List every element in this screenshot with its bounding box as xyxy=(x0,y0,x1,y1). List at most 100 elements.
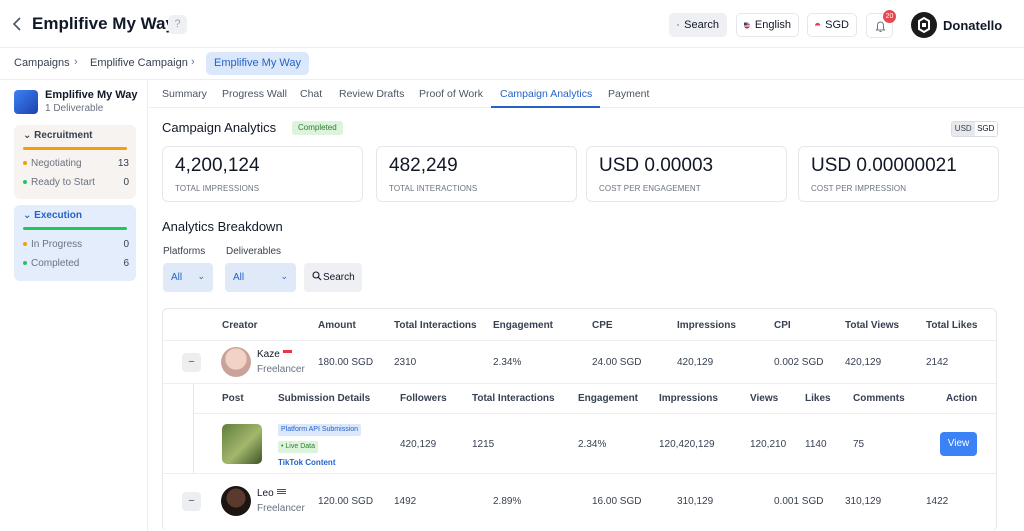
sidebar-item-label: In Progress xyxy=(31,239,83,250)
cell-cpe: 16.00 SGD xyxy=(592,496,642,507)
currency-label: SGD xyxy=(825,19,849,31)
chevron-down-icon: ⌄ xyxy=(280,271,288,281)
creator-name[interactable]: Leo xyxy=(257,488,286,499)
tab-chat[interactable]: Chat xyxy=(300,88,322,100)
collapse-row-button[interactable]: − xyxy=(182,492,201,511)
stat-value: 4,200,124 xyxy=(175,155,260,176)
platforms-select[interactable]: All ⌄ xyxy=(163,263,213,292)
tab-progress-wall[interactable]: Progress Wall xyxy=(222,88,287,100)
recruitment-title: Recruitment xyxy=(34,130,93,141)
stat-label: COST PER IMPRESSION xyxy=(811,184,907,193)
execution-header[interactable]: ⌄ Execution xyxy=(14,205,136,226)
sub-header-likes: Likes xyxy=(805,393,831,404)
tiktok-content-link[interactable]: TikTok Content xyxy=(278,458,335,467)
column-header-total-likes: Total Likes xyxy=(926,320,978,331)
cell-engagement: 2.34% xyxy=(493,357,522,368)
sg-flag-icon xyxy=(815,22,821,28)
column-header-engagement: Engagement xyxy=(493,320,554,331)
currency-toggle-sgd[interactable]: SGD xyxy=(974,122,997,136)
recruitment-group: ⌄ Recruitment Negotiating 13 Ready to St… xyxy=(14,125,136,199)
cell-cpi: 0.001 SGD xyxy=(774,496,824,507)
column-header-amount: Amount xyxy=(318,320,356,331)
deliverables-select[interactable]: All ⌄ xyxy=(225,263,296,292)
creator-name[interactable]: Kaze xyxy=(257,349,292,360)
cell-sub-comments: 75 xyxy=(853,439,865,450)
cell-cpi: 0.002 SGD xyxy=(774,357,824,368)
status-dot xyxy=(23,180,27,185)
cell-amount: 120.00 SGD xyxy=(318,496,374,507)
sidebar-campaign-name[interactable]: Emplifive My Way xyxy=(45,89,138,101)
question-icon[interactable]: ? xyxy=(168,15,187,34)
analytics-table: Creator Amount Total Interactions Engage… xyxy=(162,308,997,531)
notification-count-badge: 20 xyxy=(883,10,896,23)
tab-summary[interactable]: Summary xyxy=(162,88,207,100)
sidebar-item-label: Negotiating xyxy=(31,158,82,169)
language-selector[interactable]: English xyxy=(736,13,799,37)
tab-payment[interactable]: Payment xyxy=(608,88,649,100)
divider xyxy=(194,413,996,414)
sg-flag-icon xyxy=(282,350,292,356)
deliverables-select-value: All xyxy=(233,272,245,283)
sidebar-item-count: 0 xyxy=(123,177,129,188)
breadcrumb-current[interactable]: Emplifive My Way xyxy=(206,52,309,75)
recruitment-header[interactable]: ⌄ Recruitment xyxy=(14,125,136,146)
breadcrumb-emplifive-campaign[interactable]: Emplifive Campaign xyxy=(90,57,188,69)
currency-selector[interactable]: SGD xyxy=(807,13,857,37)
status-dot xyxy=(23,161,27,166)
chevron-down-icon: ⌄ xyxy=(197,271,205,281)
status-badge: Completed xyxy=(292,121,343,135)
tab-review-drafts[interactable]: Review Drafts xyxy=(339,88,404,100)
sidebar-item-count: 13 xyxy=(117,158,129,169)
sidebar-item-label: Completed xyxy=(31,258,80,269)
sidebar: Emplifive My Way 1 Deliverable ⌄ Recruit… xyxy=(0,80,148,531)
cell-views: 420,129 xyxy=(845,357,882,368)
back-arrow-icon[interactable] xyxy=(12,16,24,32)
execution-title: Execution xyxy=(34,210,82,221)
chevron-right-icon: › xyxy=(74,56,78,68)
stat-card-interactions: 482,249 TOTAL INTERACTIONS xyxy=(376,146,577,202)
view-button[interactable]: View xyxy=(940,432,977,456)
sidebar-item-negotiating[interactable]: Negotiating 13 xyxy=(23,158,129,169)
stat-label: TOTAL IMPRESSIONS xyxy=(175,184,260,193)
sub-header-total-interactions: Total Interactions xyxy=(472,393,555,404)
column-header-total-interactions: Total Interactions xyxy=(394,320,477,331)
sub-header-impressions: Impressions xyxy=(659,393,718,404)
currency-toggle[interactable]: USD SGD xyxy=(951,121,998,137)
active-tab-indicator xyxy=(491,106,600,108)
tab-campaign-analytics[interactable]: Campaign Analytics xyxy=(500,88,592,100)
sidebar-item-in-progress[interactable]: In Progress 0 xyxy=(23,239,129,250)
collapse-row-button[interactable]: − xyxy=(182,353,201,372)
breadcrumb-campaigns[interactable]: Campaigns xyxy=(14,57,70,69)
sidebar-campaign-sub: 1 Deliverable xyxy=(45,103,104,114)
tab-proof-of-work[interactable]: Proof of Work xyxy=(419,88,483,100)
header-search-button[interactable]: Search xyxy=(669,13,727,37)
execution-progress-bar xyxy=(23,227,127,230)
cell-engagement: 2.89% xyxy=(493,496,522,507)
cell-sub-impressions: 120,420,129 xyxy=(659,439,715,450)
sidebar-item-ready-to-start[interactable]: Ready to Start 0 xyxy=(23,177,129,188)
platforms-label: Platforms xyxy=(163,246,206,257)
user-avatar-logo[interactable] xyxy=(911,12,937,38)
cell-likes: 1422 xyxy=(926,496,949,507)
campaign-thumbnail xyxy=(14,90,38,114)
creator-name-text: Leo xyxy=(257,488,274,499)
stat-card-impressions: 4,200,124 TOTAL IMPRESSIONS xyxy=(162,146,363,202)
page-title: Emplifive My Way xyxy=(32,14,175,33)
avatar xyxy=(221,347,251,377)
stat-value: USD 0.00000021 xyxy=(811,155,957,176)
column-header-impressions: Impressions xyxy=(677,320,736,331)
filter-search-button[interactable]: Search xyxy=(304,263,362,292)
column-header-total-views: Total Views xyxy=(845,320,900,331)
user-name[interactable]: Donatello xyxy=(943,18,1002,33)
divider xyxy=(163,473,996,474)
tab-bar: Summary Progress Wall Chat Review Drafts… xyxy=(149,80,1024,108)
sidebar-item-completed[interactable]: Completed 6 xyxy=(23,258,129,269)
currency-toggle-usd[interactable]: USD xyxy=(952,122,975,136)
cell-sub-interactions: 1215 xyxy=(472,439,495,450)
avatar xyxy=(221,486,251,516)
us-flag-icon xyxy=(276,489,286,495)
post-thumbnail[interactable] xyxy=(222,424,262,464)
cell-likes: 2142 xyxy=(926,357,949,368)
divider xyxy=(163,340,996,341)
sub-header-followers: Followers xyxy=(400,393,447,404)
